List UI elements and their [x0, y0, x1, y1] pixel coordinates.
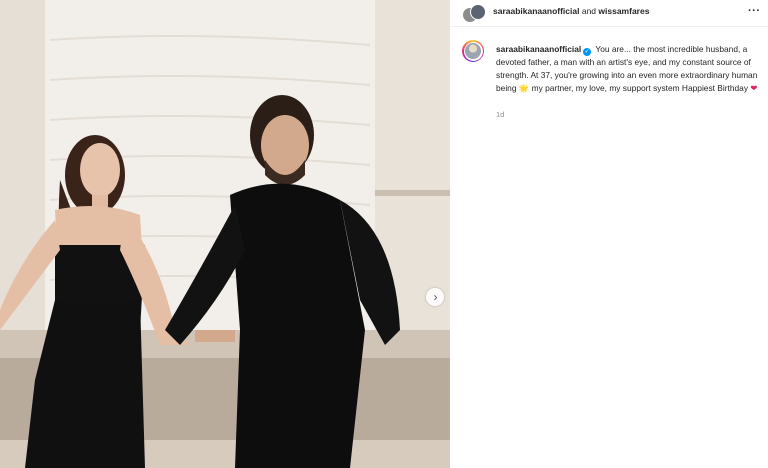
more-horizontal-icon: ···: [748, 5, 761, 17]
timestamp[interactable]: 1d: [496, 110, 504, 119]
author-link[interactable]: saraabikanaanofficial: [493, 6, 579, 16]
next-image-button[interactable]: ›: [426, 288, 444, 306]
collab-avatars[interactable]: [462, 4, 486, 23]
chevron-right-icon: ›: [433, 290, 438, 304]
caption-text: saraabikanaanofficial ✓ You are... the mo…: [496, 43, 764, 95]
more-options-button[interactable]: ···: [748, 5, 761, 17]
post-image[interactable]: ›: [0, 0, 450, 468]
star-emoji-icon: 🌟: [518, 83, 530, 93]
author-connector: and: [581, 6, 597, 16]
post-side-panel: saraabikanaanofficial and wissamfares ··…: [450, 0, 768, 468]
avatar[interactable]: [462, 40, 484, 62]
post-header: saraabikanaanofficial and wissamfares ··…: [450, 0, 768, 27]
caption-username[interactable]: saraabikanaanofficial: [496, 44, 581, 54]
heart-emoji-icon: ❤: [750, 83, 758, 93]
verified-badge-icon: ✓: [583, 48, 592, 56]
post-authors: saraabikanaanofficial and wissamfares: [493, 6, 649, 16]
author-link[interactable]: wissamfares: [598, 6, 649, 16]
avatar: [470, 4, 486, 20]
post-photo: [0, 0, 450, 468]
caption-body-2: my partner, my love, my support system H…: [531, 83, 749, 93]
